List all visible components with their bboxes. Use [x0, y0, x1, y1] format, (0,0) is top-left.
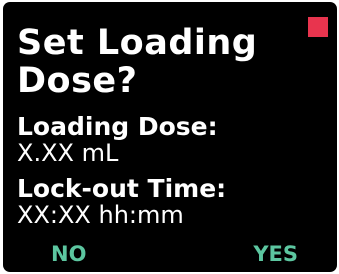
lockout-time-value: XX:XX hh:mm — [17, 201, 184, 229]
loading-dose-value: X.XX mL — [17, 139, 119, 167]
loading-dose-label: Loading Dose: — [17, 112, 218, 141]
dialog-title: Set Loading Dose? — [17, 23, 258, 101]
no-button[interactable]: NO — [51, 242, 86, 266]
device-screen: Set Loading Dose? Loading Dose: X.XX mL … — [3, 2, 337, 272]
lockout-time-label: Lock-out Time: — [17, 174, 227, 203]
yes-button[interactable]: YES — [253, 242, 298, 266]
status-square-icon — [308, 17, 328, 37]
